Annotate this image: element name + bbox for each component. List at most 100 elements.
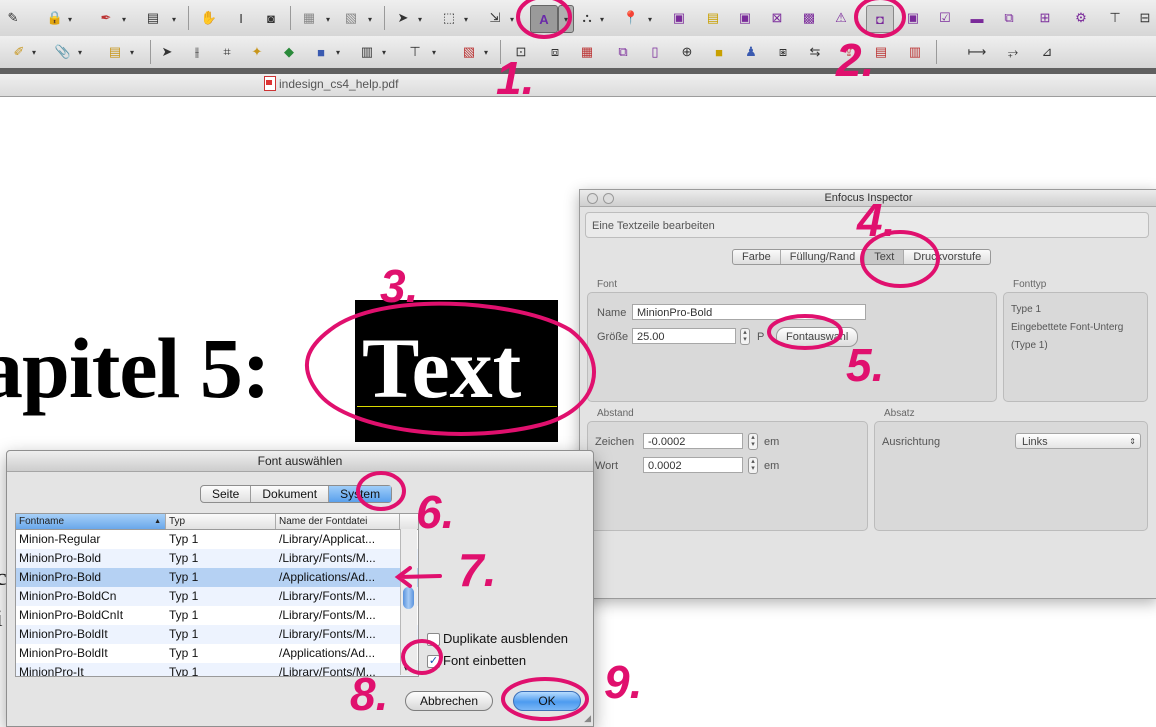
cancel-button[interactable]: Abbrechen — [405, 691, 493, 711]
tab-text[interactable]: Text — [865, 250, 905, 264]
checkbox-tool-icon[interactable]: ☑ — [934, 7, 956, 29]
select-arrow-icon[interactable]: ➤ — [392, 7, 414, 29]
tab-farbe[interactable]: Farbe — [733, 250, 781, 264]
crop-pages-icon[interactable]: ▩ — [798, 7, 820, 29]
pdf-icon[interactable]: ▥ — [904, 41, 926, 63]
shapes-icon[interactable]: ◆ — [278, 41, 300, 63]
split-icon[interactable]: ⊠ — [766, 7, 788, 29]
ok-button[interactable]: OK — [513, 691, 581, 711]
font-size-field[interactable]: 25.00 — [632, 328, 736, 344]
replace-icon[interactable]: ⧆ — [772, 41, 794, 63]
alignment-select[interactable]: Links ⇕ — [1015, 433, 1141, 449]
combine-dropdown-icon[interactable]: ▾ — [368, 15, 372, 24]
scroll-down-icon[interactable]: ▾ — [404, 664, 408, 673]
grid-icon[interactable]: ⊞ — [1034, 7, 1056, 29]
font-name-field[interactable]: MinionPro-Bold — [632, 304, 866, 320]
film-icon[interactable]: ▥ — [356, 41, 378, 63]
font-size-stepper[interactable]: ▴ ▾ — [740, 328, 750, 345]
font-table-scrollbar[interactable]: ▾ — [400, 529, 417, 675]
table-row[interactable]: MinionPro-BoldCn Typ 1/Library/Fonts/M... — [16, 587, 418, 606]
edit-image-icon[interactable]: ⛬ — [576, 7, 598, 29]
crop-icon[interactable]: ⌗ — [216, 41, 238, 63]
lock-icon[interactable]: 🔒 — [44, 7, 66, 29]
minimize-window-button[interactable] — [603, 193, 614, 204]
scrollbar-thumb[interactable] — [403, 587, 414, 609]
paperclip-dropdown-icon[interactable]: ▾ — [78, 48, 82, 57]
font-select-button[interactable]: Fontauswahl — [776, 327, 859, 347]
pen-icon[interactable]: ✒ — [95, 7, 117, 29]
highlight-dropdown-icon[interactable]: ▾ — [32, 48, 36, 57]
flatten-icon[interactable]: ⇪ — [838, 41, 860, 63]
table-row[interactable]: MinionPro-Bold Typ 1/Library/Fonts/M... — [16, 549, 418, 568]
text-field-dropdown-icon[interactable]: ▾ — [432, 48, 436, 57]
embed-font-checkbox[interactable]: ✓ — [427, 655, 440, 668]
table-row[interactable]: MinionPro-It Typ 1/Library/Fonts/M... — [16, 663, 418, 676]
word-spacing-stepper[interactable]: ▴ ▾ — [748, 457, 758, 474]
table-row[interactable]: Minion-Regular Typ 1/Library/Applicat... — [16, 530, 418, 549]
rectangle-icon[interactable]: ■ — [310, 41, 332, 63]
export-dropdown-icon[interactable]: ▾ — [484, 48, 488, 57]
measure-icon[interactable]: ⟼ — [966, 41, 988, 63]
marquee-dropdown-icon[interactable]: ▾ — [464, 15, 468, 24]
edit-text-line-icon[interactable]: A — [530, 5, 558, 33]
rectangle-dropdown-icon[interactable]: ▾ — [336, 48, 340, 57]
layers-icon[interactable]: ⧉ — [998, 7, 1020, 29]
paperclip-icon[interactable]: 📎 — [52, 41, 74, 63]
create-pdf-icon[interactable]: ▦ — [298, 7, 320, 29]
inspector-title-bar[interactable]: Enfocus Inspector — [580, 190, 1156, 207]
film-dropdown-icon[interactable]: ▾ — [382, 48, 386, 57]
close-window-button[interactable] — [587, 193, 598, 204]
swatch-icon[interactable]: ■ — [708, 41, 730, 63]
marquee-icon[interactable]: ⬚ — [438, 7, 460, 29]
text-select-tool-icon[interactable]: I — [230, 7, 252, 29]
table-row[interactable]: MinionPro-Bold Typ 1/Applications/Ad... — [16, 568, 418, 587]
text-frame-icon[interactable]: ⊤ — [1104, 7, 1126, 29]
tab-dokument[interactable]: Dokument — [251, 486, 330, 502]
document-tab[interactable]: indesign_cs4_help.pdf — [264, 76, 398, 91]
image-frame-icon[interactable]: ⧈ — [544, 41, 566, 63]
edit-text-dropdown-icon[interactable]: ▾ — [558, 5, 574, 33]
comment-dropdown-icon[interactable]: ▾ — [130, 48, 134, 57]
more-tools-icon[interactable]: ⊟ — [1134, 7, 1156, 29]
hand-tool-icon[interactable]: ✋ — [198, 7, 220, 29]
object-select-icon[interactable]: ⇲ — [484, 7, 506, 29]
selected-headline-word[interactable]: Text — [362, 318, 521, 418]
stamp-icon[interactable]: ♟ — [740, 41, 762, 63]
warning-icon[interactable]: ⚠ — [830, 7, 852, 29]
tab-seite[interactable]: Seite — [201, 486, 252, 502]
color-tool-icon[interactable]: ✎ — [2, 7, 24, 29]
document-icon[interactable]: ▯ — [644, 41, 666, 63]
char-spacing-field[interactable]: -0.0002 — [643, 433, 743, 449]
pages-dropdown-icon[interactable]: ▾ — [172, 15, 176, 24]
highlight-icon[interactable]: ✐ — [8, 41, 30, 63]
text-cursor-icon[interactable]: ⫲ — [186, 41, 208, 63]
pin-dropdown-icon[interactable]: ▾ — [648, 15, 652, 24]
measure-area-icon[interactable]: ⊿ — [1036, 41, 1058, 63]
pin-icon[interactable]: 📍 — [620, 7, 642, 29]
tab-fuellung-rand[interactable]: Füllung/Rand — [781, 250, 866, 264]
column-header-fontname[interactable]: Fontname ▲ — [16, 514, 166, 529]
pointer-icon[interactable]: ➤ — [156, 41, 178, 63]
column-header-type[interactable]: Typ — [166, 514, 276, 529]
window-icon[interactable]: ▬ — [966, 7, 988, 29]
zoom-icon[interactable]: ⊕ — [676, 41, 698, 63]
object-dropdown-icon[interactable]: ▾ — [510, 15, 514, 24]
combine-icon[interactable]: ▧ — [340, 7, 362, 29]
color-bars-icon[interactable]: ▦ — [576, 41, 598, 63]
resize-grip-icon[interactable]: ◢ — [584, 713, 591, 724]
note-icon[interactable]: ▤ — [702, 7, 724, 29]
tools-icon[interactable]: ⚙ — [1070, 7, 1092, 29]
pen-dropdown-icon[interactable]: ▾ — [122, 15, 126, 24]
text-field-icon[interactable]: ⊤ — [404, 41, 426, 63]
table-row[interactable]: MinionPro-BoldIt Typ 1/Applications/Ad... — [16, 644, 418, 663]
select-dropdown-icon[interactable]: ▾ — [418, 15, 422, 24]
tab-system[interactable]: System — [329, 486, 392, 502]
word-spacing-field[interactable]: 0.0002 — [643, 457, 743, 473]
table-row[interactable]: MinionPro-BoldIt Typ 1/Library/Fonts/M... — [16, 625, 418, 644]
hide-duplicates-checkbox[interactable] — [427, 633, 440, 646]
char-spacing-stepper[interactable]: ▴ ▾ — [748, 433, 758, 450]
bookmark-icon[interactable]: ▣ — [902, 7, 924, 29]
column-header-filename[interactable]: Name der Fontdatei — [276, 514, 400, 529]
inspector-icon[interactable]: ◘ — [866, 5, 894, 33]
print-icon[interactable]: ▤ — [870, 41, 892, 63]
